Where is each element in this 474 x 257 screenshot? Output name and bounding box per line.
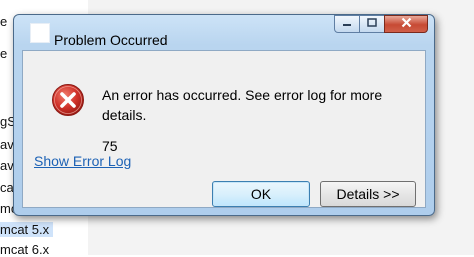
details-button[interactable]: Details >> [320,181,416,207]
close-icon [401,17,412,31]
maximize-button[interactable] [359,15,385,33]
problem-dialog: Problem Occurred An error has occurred. … [13,14,435,216]
window-controls [334,15,428,35]
error-icon [51,83,85,117]
error-code: 75 [102,138,118,154]
minimize-button[interactable] [334,15,360,33]
ok-button[interactable]: OK [212,181,310,207]
dialog-title: Problem Occurred [54,32,168,48]
title-bar[interactable]: Problem Occurred [14,15,434,49]
background-item-selected: mcat 5.x [0,222,54,237]
show-error-log-link[interactable]: Show Error Log [34,153,131,169]
app-icon [30,23,50,43]
maximize-icon [367,18,377,30]
background-item: e [0,14,8,29]
minimize-icon [342,18,352,30]
error-message: An error has occurred. See error log for… [102,87,383,123]
close-button[interactable] [384,15,428,33]
background-item: e [0,46,8,61]
